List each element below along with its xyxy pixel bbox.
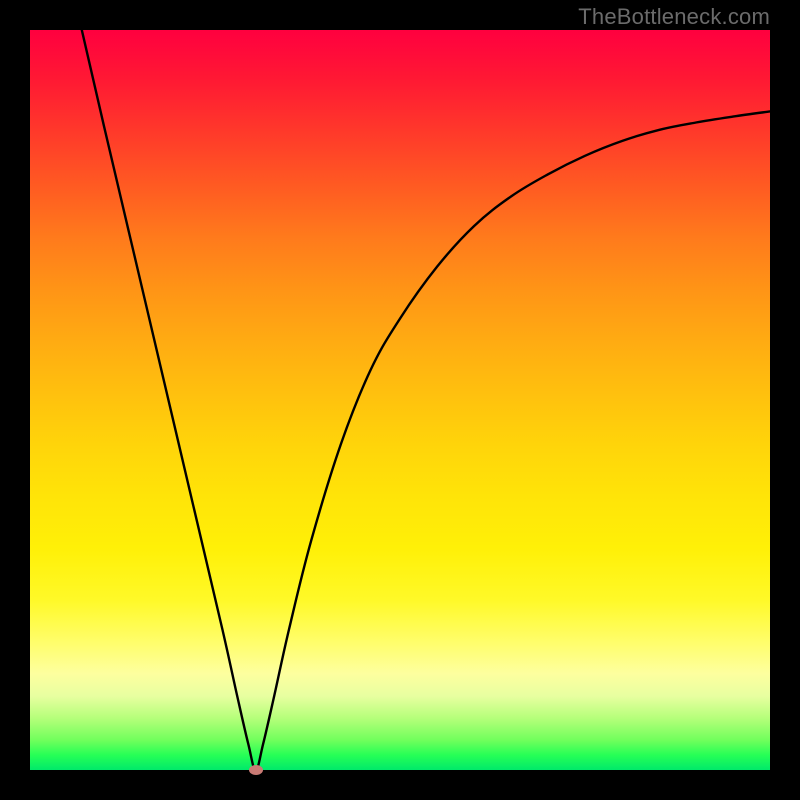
watermark-text: TheBottleneck.com <box>578 4 770 30</box>
curve-svg <box>30 30 770 770</box>
chart-frame: TheBottleneck.com <box>0 0 800 800</box>
minimum-marker <box>249 765 263 775</box>
curve-path <box>82 30 770 770</box>
plot-area <box>30 30 770 770</box>
